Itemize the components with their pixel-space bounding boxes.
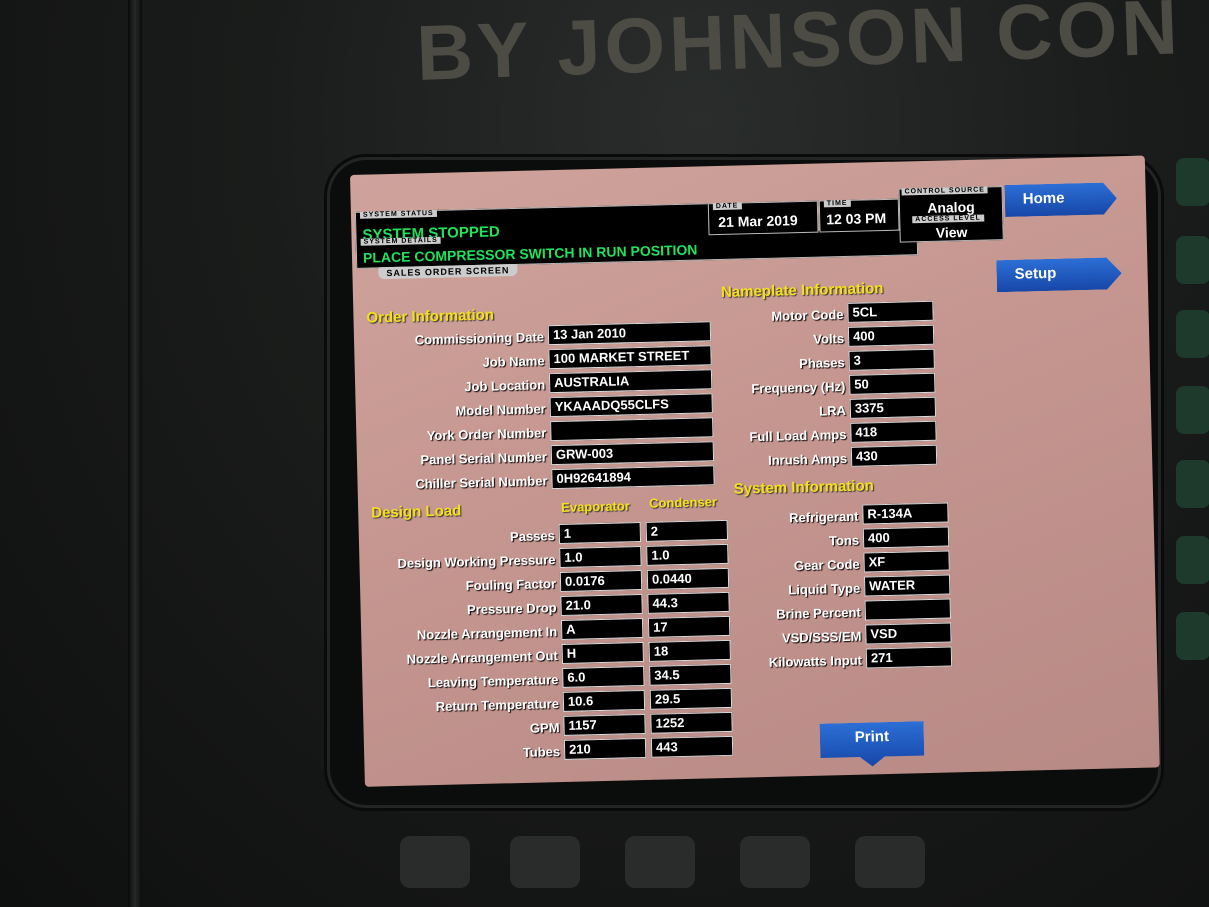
design-load-title: Design Load — [371, 502, 462, 522]
date-panel: DATE 21 Mar 2019 — [707, 200, 819, 236]
design-row-label: Tubes — [522, 744, 561, 760]
design-row-label: Fouling Factor — [465, 576, 557, 594]
condenser-gpm-field: 1252 — [650, 711, 733, 734]
full-load-amps-field: 418 — [850, 420, 937, 443]
system-row-label: Tons — [828, 532, 860, 549]
design-row-label: Pressure Drop — [466, 600, 557, 618]
side-hardware-button[interactable] — [1176, 236, 1209, 284]
control-source-value: Analog — [927, 198, 975, 216]
brine-percent-field — [864, 598, 952, 621]
system-row-label: Gear Code — [793, 556, 860, 574]
side-hardware-button[interactable] — [1176, 386, 1209, 434]
order-row-label: Model Number — [455, 401, 546, 419]
order-row-label: Commissioning Date — [414, 329, 545, 348]
kilowatts-input-field: 271 — [865, 646, 953, 669]
gear-code-field: XF — [863, 550, 950, 573]
order-row-label: Panel Serial Number — [420, 449, 548, 468]
print-button[interactable]: Print — [820, 721, 925, 768]
order-row-label: Job Name — [482, 353, 545, 370]
bottom-hardware-button[interactable] — [400, 836, 470, 888]
nameplate-row-label: Full Load Amps — [749, 426, 847, 445]
control-source-panel: CONTROL SOURCE Analog ACCESS LEVEL View — [898, 186, 1004, 243]
system-row-label: Kilowatts Input — [768, 652, 863, 670]
evaporator-leaving-temperature-field: 6.0 — [562, 665, 645, 688]
liquid-type-field: WATER — [863, 574, 951, 597]
nameplate-row-label: Motor Code — [771, 306, 844, 324]
evaporator-nozzle-in-field: A — [560, 617, 644, 640]
evaporator-tubes-field: 210 — [563, 737, 647, 760]
system-details-text: PLACE COMPRESSOR SWITCH IN RUN POSITION — [362, 241, 698, 266]
side-hardware-button[interactable] — [1176, 158, 1209, 206]
time-panel: TIME 12 03 PM — [818, 198, 900, 233]
screen-name-tab: SALES ORDER SCREEN — [378, 263, 518, 280]
home-button[interactable]: Home — [1004, 182, 1117, 217]
system-row-label: VSD/SSS/EM — [781, 628, 862, 646]
system-row-label: Liquid Type — [788, 580, 861, 598]
time-caption: TIME — [823, 199, 851, 208]
bottom-hardware-button[interactable] — [855, 836, 925, 888]
evaporator-passes-field: 1 — [558, 522, 642, 545]
order-row-label: York Order Number — [426, 425, 547, 444]
phases-field: 3 — [848, 348, 935, 371]
side-hardware-button[interactable] — [1176, 612, 1209, 660]
design-row-label: Passes — [509, 528, 556, 545]
control-source-caption: CONTROL SOURCE — [901, 186, 989, 196]
lra-field: 3375 — [849, 396, 937, 419]
side-hardware-button[interactable] — [1176, 310, 1209, 358]
date-caption: DATE — [712, 202, 742, 211]
system-information-title: System Information — [733, 477, 874, 498]
setup-button[interactable]: Setup — [996, 257, 1122, 292]
design-row-label: Leaving Temperature — [427, 672, 559, 691]
hmi-screen: SYSTEM STATUS SYSTEM STOPPED SYSTEM DETA… — [350, 155, 1160, 787]
nameplate-row-label: Inrush Amps — [767, 450, 848, 468]
condenser-return-temperature-field: 29.5 — [649, 687, 733, 710]
access-level-value: View — [935, 223, 968, 241]
evaporator-nozzle-out-field: H — [561, 641, 644, 664]
evaporator-pressure-drop-field: 21.0 — [560, 593, 643, 616]
frequency-field: 50 — [849, 372, 936, 395]
tons-field: 400 — [862, 526, 950, 549]
evaporator-return-temperature-field: 10.6 — [562, 689, 646, 712]
access-level-caption: ACCESS LEVEL — [912, 214, 985, 224]
side-hardware-button[interactable] — [1176, 460, 1209, 508]
design-row-label: Nozzle Arrangement Out — [406, 648, 558, 667]
order-row-label: Job Location — [464, 377, 546, 395]
volts-field: 400 — [847, 324, 935, 347]
condenser-tubes-field: 443 — [650, 735, 734, 758]
bezel-edge — [128, 0, 142, 907]
order-information-title: Order Information — [366, 306, 495, 327]
bottom-hardware-button[interactable] — [625, 836, 695, 888]
time-value: 12 03 PM — [826, 209, 887, 228]
side-hardware-button[interactable] — [1176, 536, 1209, 584]
refrigerant-field: R-134A — [862, 502, 949, 525]
system-details-caption: SYSTEM DETAILS — [360, 236, 441, 246]
motor-code-field: 5CL — [847, 300, 934, 323]
system-row-label: Refrigerant — [788, 508, 859, 526]
evaporator-working-pressure-field: 1.0 — [559, 545, 642, 568]
date-value: 21 Mar 2019 — [718, 212, 798, 231]
nameplate-row-label: Frequency (Hz) — [751, 378, 846, 397]
nameplate-information-title: Nameplate Information — [720, 280, 884, 301]
system-status-caption: SYSTEM STATUS — [359, 209, 437, 219]
bottom-hardware-button[interactable] — [510, 836, 580, 888]
evaporator-gpm-field: 1157 — [563, 713, 646, 736]
bottom-hardware-button[interactable] — [740, 836, 810, 888]
nameplate-row-label: LRA — [819, 402, 847, 419]
nameplate-row-label: Volts — [813, 330, 845, 347]
nameplate-row-label: Phases — [799, 354, 845, 372]
evaporator-column-header: Evaporator — [561, 498, 630, 515]
vsd-sss-em-field: VSD — [865, 622, 952, 645]
design-row-label: Design Working Pressure — [397, 552, 556, 571]
system-row-label: Brine Percent — [776, 604, 862, 622]
evaporator-fouling-factor-field: 0.0176 — [559, 569, 643, 592]
design-row-label: GPM — [529, 720, 560, 736]
order-row-label: Chiller Serial Number — [415, 473, 548, 492]
condenser-column-header: Condenser — [648, 494, 718, 511]
design-row-label: Return Temperature — [435, 696, 560, 715]
design-row-label: Nozzle Arrangement In — [416, 624, 558, 643]
inrush-amps-field: 430 — [850, 444, 938, 467]
